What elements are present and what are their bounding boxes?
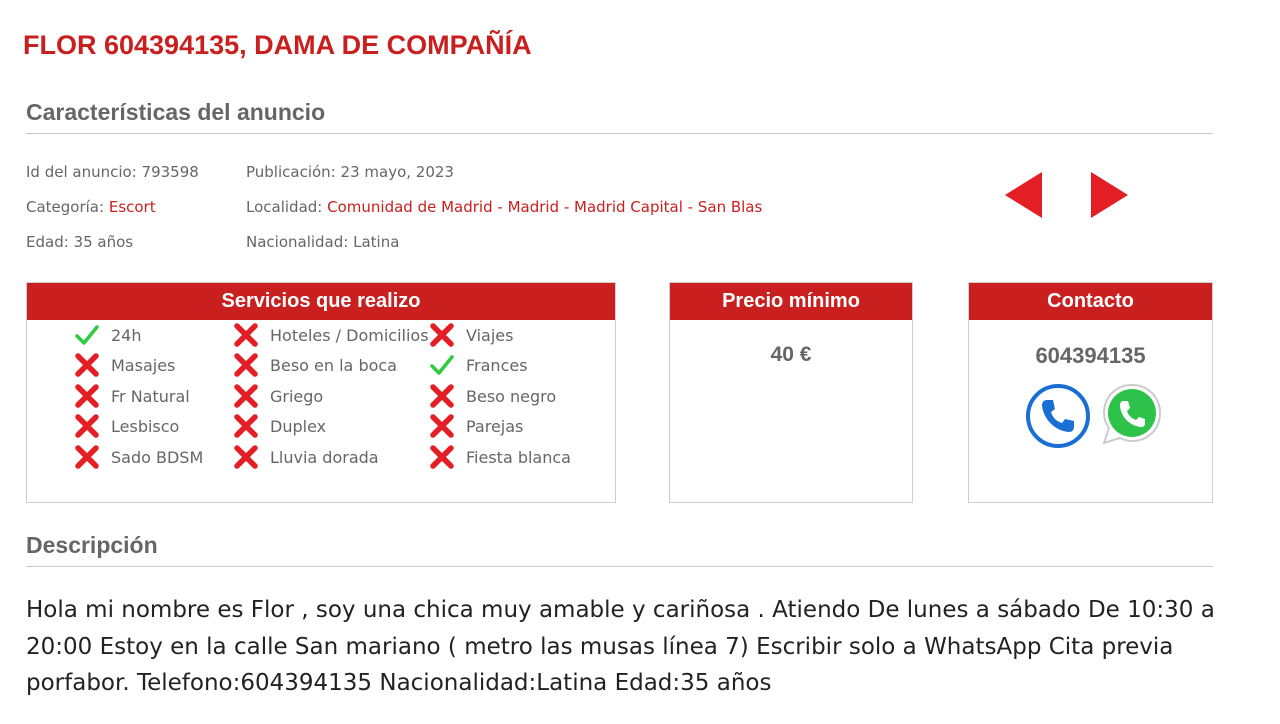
features-heading: Características del anuncio [26,99,326,125]
description-heading: Descripción [26,532,158,558]
features-divider [26,133,1213,134]
contact-box: Contacto 604394135 [968,282,1213,503]
cross-icon [74,444,100,470]
service-label: Griego [270,386,324,406]
nationality: Nacionalidad: Latina [246,233,399,251]
previous-arrow-icon[interactable] [1005,172,1042,218]
service-label: Hoteles / Domicilios [270,325,429,345]
service-label: Fiesta blanca [466,447,571,467]
service-item: Fiesta blanca [429,444,571,470]
cross-icon [233,413,259,439]
service-item: Hoteles / Domicilios [233,322,429,348]
location-label: Localidad: [246,198,323,216]
price-value: 40 € [770,343,812,366]
service-label: Masajes [111,355,176,375]
cross-icon [233,322,259,348]
service-item: Duplex [233,413,326,439]
ad-id-label: Id del anuncio: [26,163,137,181]
check-icon [429,352,455,378]
publication-value: 23 mayo, 2023 [340,163,454,181]
location-link-province[interactable]: Madrid [508,198,560,216]
phone-call-icon[interactable] [1025,383,1091,449]
location-separator: - [492,198,508,216]
service-label: Lluvia dorada [270,447,379,467]
location-link-region[interactable]: Comunidad de Madrid [327,198,492,216]
category-label: Categoría: [26,198,105,216]
service-label: Fr Natural [111,386,190,406]
contact-heading: Contacto [969,283,1212,320]
category-link[interactable]: Escort [109,198,156,216]
service-label: Beso negro [466,386,557,406]
ad-id: Id del anuncio: 793598 [26,163,199,181]
page-title: FLOR 604394135, DAMA DE COMPAÑÍA [23,30,532,60]
contact-phone: 604394135 [1035,343,1146,368]
whatsapp-icon[interactable] [1099,381,1165,447]
service-item: Masajes [74,352,175,378]
cross-icon [233,383,259,409]
check-icon [74,322,100,348]
ad-id-value: 793598 [141,163,199,181]
location-separator: - [559,198,575,216]
service-label: Frances [466,355,528,375]
service-item: Viajes [429,322,513,348]
service-item: Frances [429,352,528,378]
price-heading: Precio mínimo [670,283,912,320]
service-label: Sado BDSM [111,447,204,467]
service-label: Duplex [270,416,327,436]
location-link-district[interactable]: San Blas [698,198,762,216]
service-item: Lluvia dorada [233,444,379,470]
service-item: Griego [233,383,323,409]
service-label: 24h [111,325,142,345]
location: Localidad: Comunidad de Madrid - Madrid … [246,198,762,216]
next-arrow-icon[interactable] [1091,172,1128,218]
nationality-label: Nacionalidad: [246,233,349,251]
cross-icon [429,413,455,439]
service-item: Fr Natural [74,383,190,409]
publication: Publicación: 23 mayo, 2023 [246,163,454,181]
description-text: Hola mi nombre es Flor , soy una chica m… [26,597,1215,696]
service-item: Beso en la boca [233,352,397,378]
service-item: 24h [74,322,142,348]
age-value: 35 años [73,233,134,251]
cross-icon [74,413,100,439]
description-divider [26,566,1213,567]
service-item: Lesbisco [74,413,179,439]
nationality-value: Latina [353,233,400,251]
service-label: Viajes [466,325,514,345]
category: Categoría: Escort [26,198,156,216]
cross-icon [429,383,455,409]
cross-icon [233,352,259,378]
service-item: Parejas [429,413,523,439]
service-item: Beso negro [429,383,556,409]
price-box: Precio mínimo 40 € [669,282,913,503]
cross-icon [429,322,455,348]
cross-icon [74,383,100,409]
age: Edad: 35 años [26,233,133,251]
cross-icon [74,352,100,378]
service-item: Sado BDSM [74,444,203,470]
location-separator: - [682,198,698,216]
service-label: Beso en la boca [270,355,397,375]
location-link-city[interactable]: Madrid Capital [574,198,683,216]
service-label: Parejas [466,416,524,436]
services-heading: Servicios que realizo [27,283,615,320]
publication-label: Publicación: [246,163,336,181]
cross-icon [429,444,455,470]
age-label: Edad: [26,233,69,251]
services-box: Servicios que realizo 24h Masajes Fr Natur… [26,282,616,503]
service-label: Lesbisco [111,416,180,436]
cross-icon [233,444,259,470]
